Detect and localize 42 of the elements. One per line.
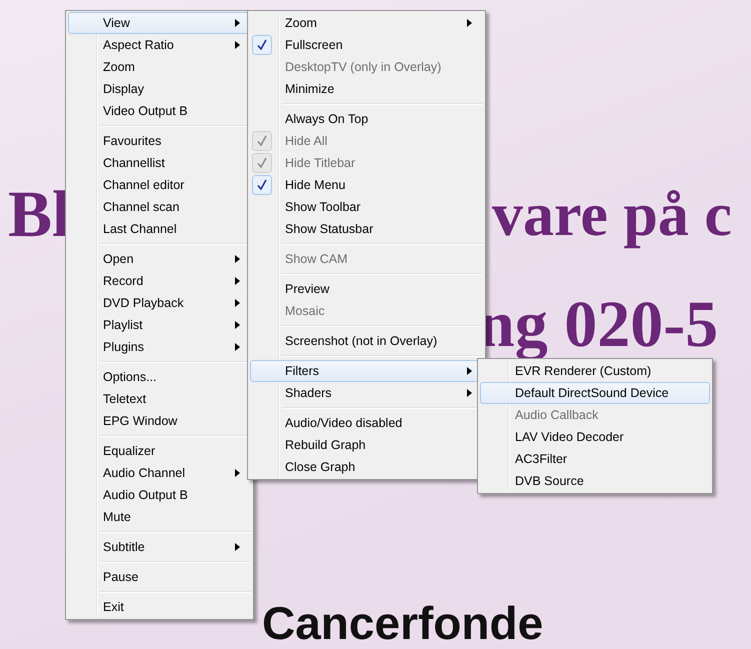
menu-item[interactable]: Hide Menu xyxy=(250,174,483,196)
menu-item[interactable]: Minimize xyxy=(250,78,483,100)
menu-item[interactable]: Always On Top xyxy=(250,108,483,130)
menu-item[interactable]: Subtitle xyxy=(68,536,251,558)
menu-item[interactable]: Plugins xyxy=(68,336,251,358)
menu-item[interactable]: Screenshot (not in Overlay) xyxy=(250,330,483,352)
menu-item[interactable]: Display xyxy=(68,78,251,100)
menu-item[interactable]: EVR Renderer (Custom) xyxy=(480,360,710,382)
menu-item[interactable]: DVD Playback xyxy=(68,292,251,314)
menu-item[interactable]: Last Channel xyxy=(68,218,251,240)
background-text: vare på c xyxy=(492,184,732,246)
background-text: Bl xyxy=(8,182,70,248)
menu-item[interactable]: Aspect Ratio xyxy=(68,34,251,56)
menu-item[interactable]: Audio Output B xyxy=(68,484,251,506)
menu-item[interactable]: Favourites xyxy=(68,130,251,152)
menu-item[interactable]: Record xyxy=(68,270,251,292)
menu-item[interactable]: LAV Video Decoder xyxy=(480,426,710,448)
menu-item[interactable]: Default DirectSound Device xyxy=(480,382,710,404)
menu-item[interactable]: Channellist xyxy=(68,152,251,174)
menu-item[interactable]: Audio Channel xyxy=(68,462,251,484)
menu-item[interactable]: Teletext xyxy=(68,388,251,410)
background-text: Cancerfonde xyxy=(262,600,544,646)
menu-item[interactable]: Options... xyxy=(68,366,251,388)
menu-item[interactable]: Playlist xyxy=(68,314,251,336)
menu-item[interactable]: Mute xyxy=(68,506,251,528)
menu-item[interactable]: Channel scan xyxy=(68,196,251,218)
menu-item[interactable]: Channel editor xyxy=(68,174,251,196)
menu-item[interactable]: Pause xyxy=(68,566,251,588)
menu-item[interactable]: Video Output B xyxy=(68,100,251,122)
menu-item[interactable]: Open xyxy=(68,248,251,270)
menu-item[interactable]: Shaders xyxy=(250,382,483,404)
menu-item[interactable]: AC3Filter xyxy=(480,448,710,470)
menu-item[interactable]: Show Toolbar xyxy=(250,196,483,218)
menu-item[interactable]: Preview xyxy=(250,278,483,300)
menu-item[interactable]: Exit xyxy=(68,596,251,618)
menu-item[interactable]: Fullscreen xyxy=(250,34,483,56)
menu-item[interactable]: Zoom xyxy=(250,12,483,34)
menu-item[interactable]: EPG Window xyxy=(68,410,251,432)
menu-item[interactable]: DVB Source xyxy=(480,470,710,492)
menu-item[interactable]: Show Statusbar xyxy=(250,218,483,240)
menu-item[interactable]: Zoom xyxy=(68,56,251,78)
menu-item[interactable]: Equalizer xyxy=(68,440,251,462)
